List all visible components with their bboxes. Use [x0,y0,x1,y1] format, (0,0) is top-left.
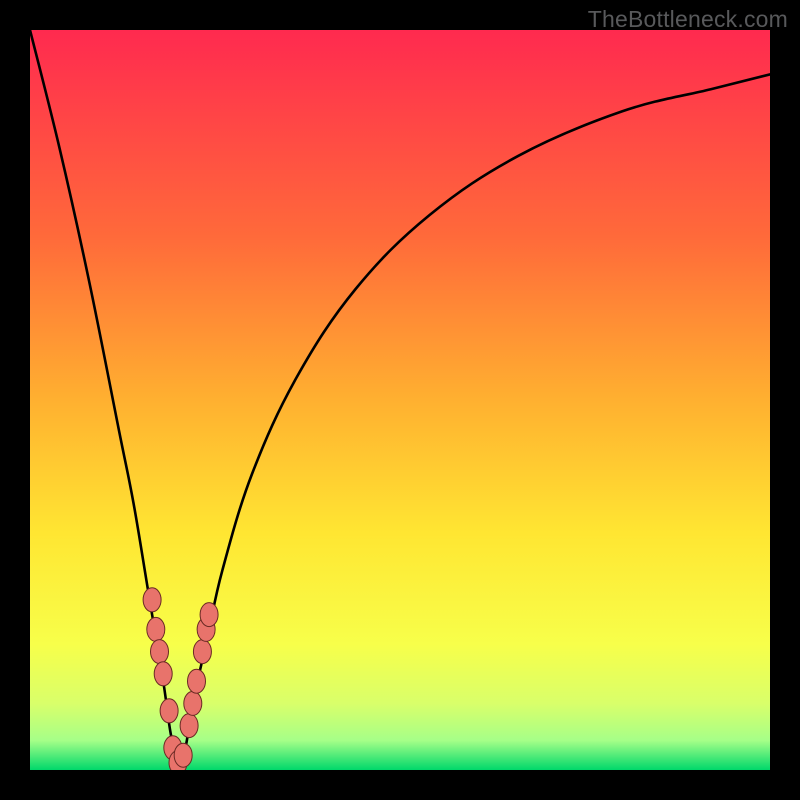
data-marker [160,699,178,723]
data-marker [200,603,218,627]
data-marker [184,691,202,715]
watermark-text: TheBottleneck.com [588,6,788,33]
bottleneck-curve [30,30,770,763]
data-marker [151,640,169,664]
data-marker [193,640,211,664]
marker-layer [143,588,218,770]
data-marker [147,617,165,641]
data-marker [154,662,172,686]
chart-svg [30,30,770,770]
data-marker [174,743,192,767]
data-marker [188,669,206,693]
data-marker [143,588,161,612]
outer-frame: TheBottleneck.com [0,0,800,800]
data-marker [180,714,198,738]
plot-area [30,30,770,770]
